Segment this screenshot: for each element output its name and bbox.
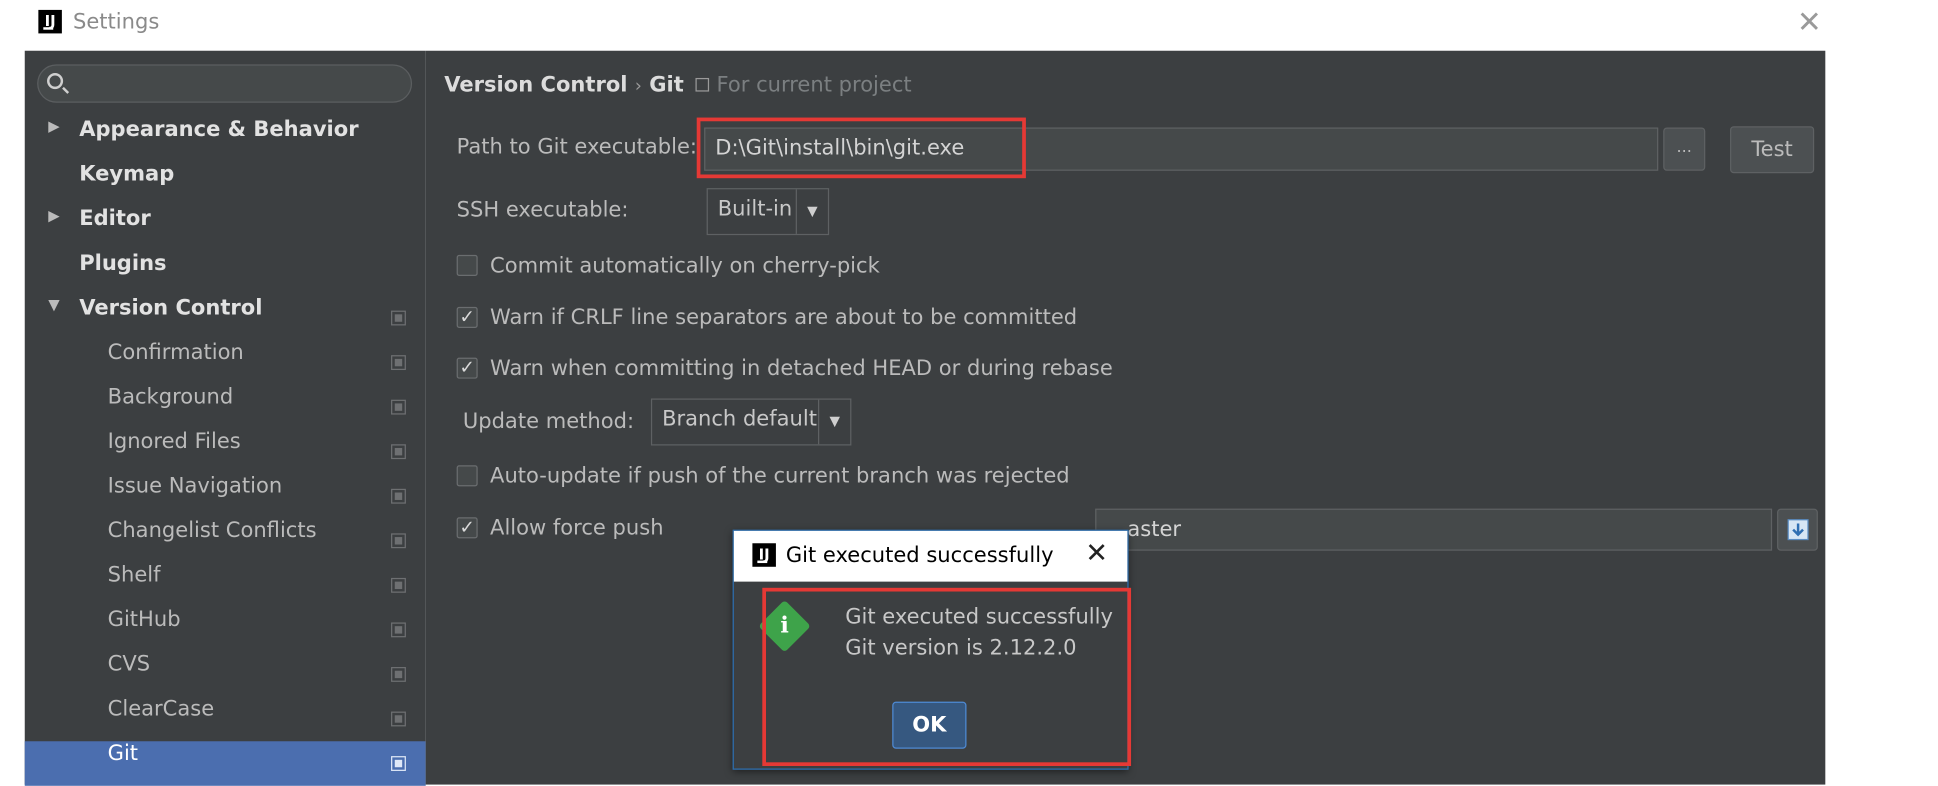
sidebar-item-github[interactable]: GitHub [25,608,426,653]
chevron-down-icon: ▼ [795,189,828,234]
sidebar-item-label: Ignored Files [107,429,241,455]
sidebar-item-clearcase[interactable]: ClearCase [25,697,426,742]
sidebar-item-issue-navigation[interactable]: Issue Navigation [25,474,426,519]
sidebar-item-changelist-conflicts[interactable]: Changelist Conflicts [25,519,426,564]
search-icon [47,73,64,90]
project-scope-note: For current project [695,73,912,98]
sidebar-item-keymap[interactable]: Keymap [25,162,426,207]
ssh-executable-select[interactable]: Built-in ▼ [706,188,830,236]
sidebar-item-confirmation[interactable]: Confirmation [25,340,426,385]
checkbox-checked[interactable]: ✓ [456,517,478,539]
breadcrumb: Version Control › Git [444,73,684,98]
checkbox-label: Warn if CRLF line separators are about t… [490,305,1078,331]
collapse-arrow-icon[interactable]: ▼ [48,296,59,313]
scope-label: For current project [716,73,912,98]
chevron-down-icon: ▼ [817,399,850,445]
dialog-title-bar: IJ Git executed successfully ✕ [733,530,1128,582]
checkbox-label: Allow force push [490,516,664,541]
checkbox-checked[interactable]: ✓ [456,357,478,379]
project-scope-icon [391,444,406,460]
title-bar: IJ Settings ✕ [0,0,1938,48]
git-path-label: Path to Git executable: [456,134,698,160]
sidebar-item-label: Editor [79,206,151,232]
sidebar-item-label: Version Control [79,295,263,321]
update-method-value: Branch default [662,407,817,432]
sidebar-item-cvs[interactable]: CVS [25,652,426,697]
update-method-label: Update method: [462,409,635,435]
browse-button[interactable]: ... [1663,127,1706,171]
sidebar-item-label: Appearance & Behavior [79,117,359,143]
checkbox-label: Commit automatically on cherry-pick [490,253,880,279]
ssh-executable-value: Built-in [717,196,793,222]
settings-sidebar: ▶ Appearance & Behavior Keymap ▶ Editor … [24,50,426,786]
dialog-title: Git executed successfully [785,543,1054,569]
checkbox-box[interactable] [456,465,478,487]
settings-tree: ▶ Appearance & Behavior Keymap ▶ Editor … [24,118,426,786]
breadcrumb-parent: Version Control [444,73,628,98]
project-scope-icon [391,577,406,593]
sidebar-item-label: ClearCase [107,696,215,722]
sidebar-item-label: Issue Navigation [107,473,283,499]
checkbox-label: Warn when committing in detached HEAD or… [490,356,1113,382]
close-icon[interactable]: ✕ [1085,538,1108,569]
sidebar-item-label: Changelist Conflicts [107,518,317,544]
intellij-logo-icon: IJ [38,9,62,34]
sidebar-item-git[interactable]: Git [24,741,426,786]
sidebar-item-version-control[interactable]: ▼ Version Control [25,296,426,341]
intellij-logo-icon: IJ [752,543,776,567]
download-icon[interactable] [1777,508,1818,551]
sidebar-item-label: Shelf [107,563,161,588]
breadcrumb-current: Git [649,73,684,98]
project-scope-icon [391,533,406,549]
checkbox-checked[interactable]: ✓ [456,306,478,328]
download-icon-glyph [1787,519,1809,541]
sidebar-item-label: Background [107,384,234,410]
settings-window: IJ Settings ✕ ▶ Appearance & Behavior Ke… [0,0,1938,786]
project-scope-icon [391,667,406,682]
sidebar-item-appearance-behavior[interactable]: ▶ Appearance & Behavior [25,118,426,163]
window-close-icon[interactable]: ✕ [1797,5,1822,40]
search-input[interactable] [37,64,413,103]
project-scope-icon [391,355,406,371]
expand-arrow-icon[interactable]: ▶ [48,207,59,224]
sidebar-item-ignored-files[interactable]: Ignored Files [25,429,426,474]
sidebar-item-shelf[interactable]: Shelf [25,563,426,608]
project-scope-icon [391,399,406,415]
highlight-dialog-box [762,587,1132,767]
sidebar-item-label: Git [107,741,139,767]
project-scope-icon [391,622,406,638]
test-button[interactable]: Test [1730,126,1815,174]
window-title: Settings [73,9,160,35]
sidebar-item-label: GitHub [107,607,181,633]
sidebar-item-label: CVS [107,652,151,677]
project-scope-icon [391,488,406,504]
sidebar-item-label: Confirmation [107,340,244,366]
sidebar-item-label: Plugins [79,251,167,276]
project-scope-icon [391,711,406,727]
project-scope-icon [391,756,406,771]
expand-arrow-icon[interactable]: ▶ [48,118,59,135]
checkbox-label: Auto-update if push of the current branc… [490,464,1070,489]
sidebar-item-label: Keymap [79,162,175,187]
project-scope-icon [391,310,406,326]
ssh-executable-label: SSH executable: [456,198,629,223]
sidebar-item-editor[interactable]: ▶ Editor [25,207,426,252]
highlight-path-box [696,117,1026,179]
breadcrumb-separator: › [634,76,642,97]
checkbox-box[interactable] [456,254,478,276]
update-method-select[interactable]: Branch default ▼ [650,398,852,446]
sidebar-item-background[interactable]: Background [25,385,426,430]
sidebar-item-plugins[interactable]: Plugins [25,251,426,296]
protected-branches-input[interactable]: aster [1095,508,1773,551]
project-scope-icon [695,77,710,92]
